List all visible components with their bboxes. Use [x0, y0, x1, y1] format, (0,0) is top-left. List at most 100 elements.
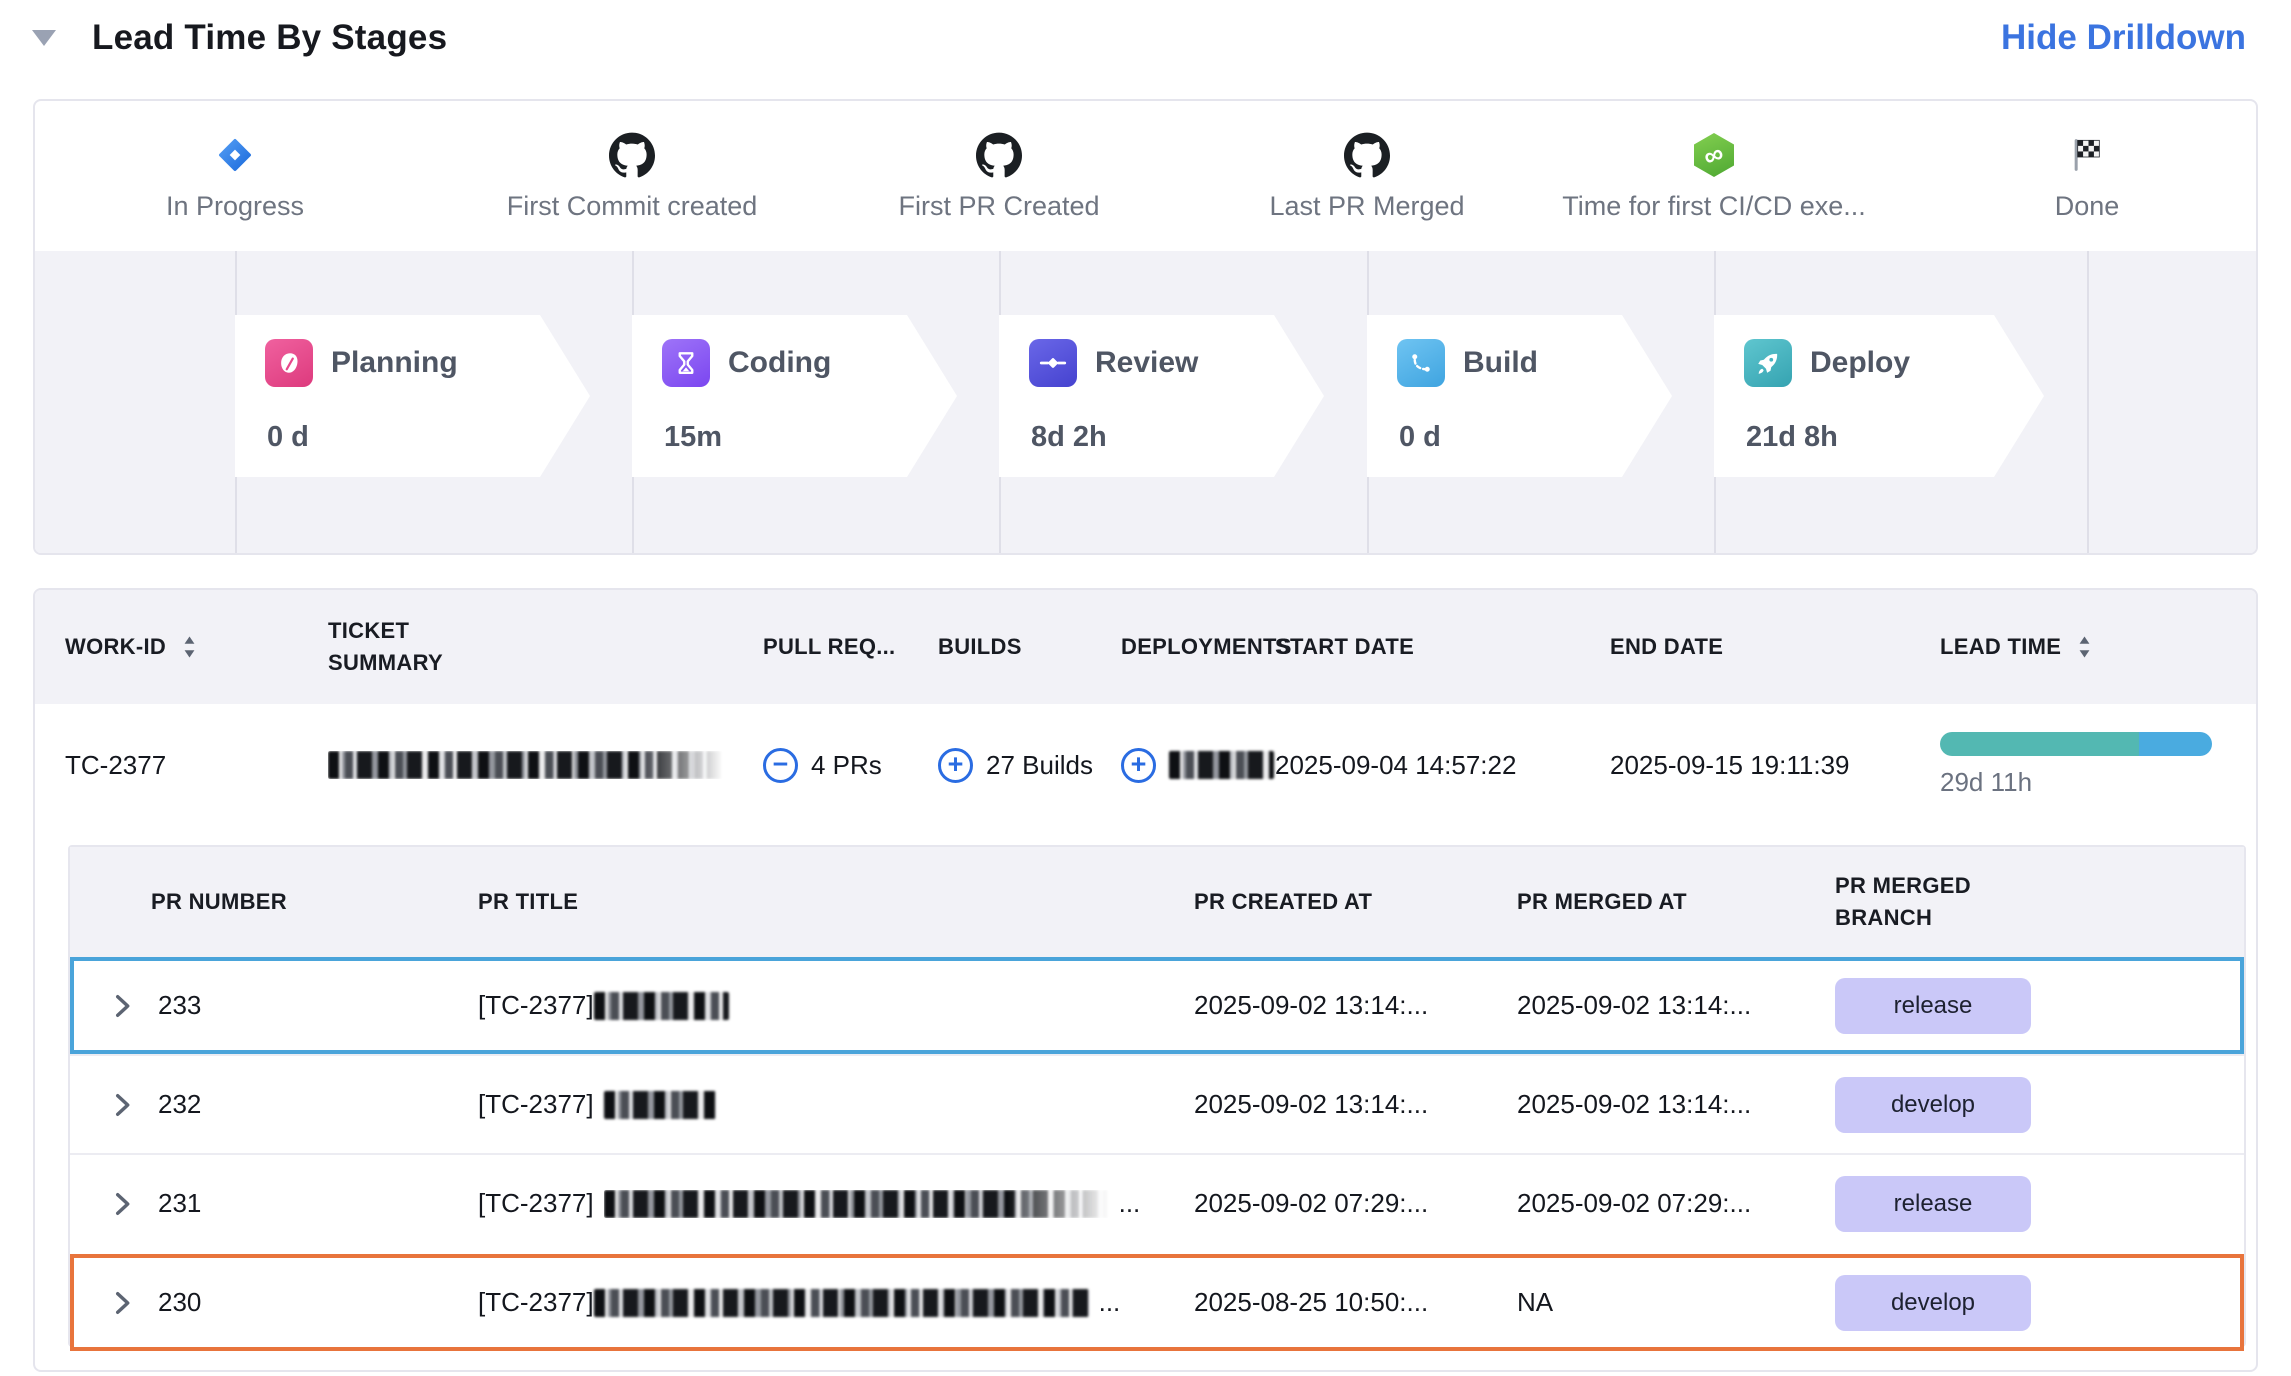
lead-time-cell: 29d 11h: [1940, 704, 2212, 826]
stage-name: Deploy: [1810, 346, 1910, 380]
pr-row-232[interactable]: 232 [TC-2377] 2025-09-02 13:14:... 2025-…: [70, 1054, 2244, 1153]
branch-badge: release: [1835, 1176, 2031, 1232]
branch-badge: release: [1835, 978, 2031, 1034]
stage-duration: 8d 2h: [1031, 421, 1107, 454]
pr-count: 4 PRs: [811, 750, 882, 781]
pr-created-at-cell: 2025-09-02 13:14:...: [1194, 957, 1428, 1054]
branch-badge: develop: [1835, 1077, 2031, 1133]
hourglass-icon: [662, 339, 710, 387]
stage-name: Review: [1095, 346, 1198, 380]
deployments-toggle[interactable]: +: [1121, 704, 1274, 826]
pr-created-at-cell: 2025-08-25 10:50:...: [1194, 1254, 1428, 1351]
milestone-label: Done: [1907, 191, 2267, 222]
pr-merged-at-cell: 2025-09-02 13:14:...: [1517, 957, 1751, 1054]
rocket-icon: [1744, 339, 1792, 387]
pr-title-prefix: [TC-2377]: [478, 1188, 594, 1219]
milestone-last-pr-merged: Last PR Merged: [1187, 101, 1547, 222]
column-header-pr-created-at: PR CREATED AT: [1194, 847, 1372, 957]
deployments-masked: [1169, 751, 1274, 779]
pr-title-prefix: [TC-2377]: [478, 1089, 594, 1120]
column-header-end-date: END DATE: [1610, 590, 1723, 704]
pr-title-masked: [604, 1091, 716, 1119]
bezier-curve-icon: [1397, 339, 1445, 387]
pr-branch-cell: release: [1835, 957, 2031, 1054]
milestone-first-pr: First PR Created: [819, 101, 1179, 222]
pr-number-cell: 232: [158, 1056, 201, 1153]
stage-card-review: Review 8d 2h: [999, 315, 1324, 477]
lead-time-bar-segment-2: [2139, 732, 2212, 756]
chevron-right-icon[interactable]: [112, 1254, 132, 1351]
pr-merged-at-cell: 2025-09-02 13:14:...: [1517, 1056, 1751, 1153]
expand-circle-plus-icon[interactable]: +: [938, 748, 973, 783]
stage-card-planning: Planning 0 d: [235, 315, 590, 477]
milestone-label: First PR Created: [819, 191, 1179, 222]
column-header-lead-time[interactable]: LEAD TIME: [1940, 590, 2092, 704]
column-header-builds: BUILDS: [938, 590, 1022, 704]
milestone-first-commit: First Commit created: [452, 101, 812, 222]
chevron-right-icon[interactable]: [112, 1155, 132, 1252]
pr-created-at-cell: 2025-09-02 07:29:...: [1194, 1155, 1428, 1252]
stage-name: Build: [1463, 346, 1538, 380]
pr-title-cell: [TC-2377] ...: [478, 1254, 1120, 1351]
pr-title-masked: [594, 1289, 1089, 1317]
pr-title-prefix: [TC-2377]: [478, 1287, 594, 1318]
stage-duration: 0 d: [1399, 421, 1441, 454]
expand-circle-plus-icon[interactable]: +: [1121, 748, 1156, 783]
sort-icon[interactable]: [182, 635, 197, 659]
chevron-right-icon[interactable]: [112, 957, 132, 1054]
lead-time-bar: [1940, 732, 2212, 756]
pr-row-230[interactable]: 230 [TC-2377] ... 2025-08-25 10:50:... N…: [70, 1252, 2244, 1351]
column-header-pr-number: PR NUMBER: [151, 847, 287, 957]
stage-name: Coding: [728, 346, 831, 380]
pr-title-suffix: ...: [1119, 1188, 1141, 1219]
pr-branch-cell: develop: [1835, 1056, 2031, 1153]
pr-title-cell: [TC-2377] ...: [478, 1155, 1140, 1252]
milestone-label: In Progress: [55, 191, 415, 222]
collapse-arrow-icon[interactable]: [32, 30, 56, 46]
pr-title-prefix: [TC-2377]: [478, 990, 594, 1021]
end-date-cell: 2025-09-15 19:11:39: [1610, 704, 1850, 826]
pr-number-cell: 231: [158, 1155, 201, 1252]
builds-toggle[interactable]: + 27 Builds: [938, 704, 1093, 826]
pr-title-cell: [TC-2377]: [478, 957, 739, 1054]
pr-branch-cell: release: [1835, 1155, 2031, 1252]
column-header-pull-requests: PULL REQ...: [763, 590, 895, 704]
pr-merged-at-cell: 2025-09-02 07:29:...: [1517, 1155, 1751, 1252]
stage-duration: 21d 8h: [1746, 421, 1838, 454]
milestone-label: Last PR Merged: [1187, 191, 1547, 222]
stage-name: Planning: [331, 346, 458, 380]
pull-requests-toggle[interactable]: − 4 PRs: [763, 704, 882, 826]
stage-card-coding: Coding 15m: [632, 315, 957, 477]
lead-time-value: 29d 11h: [1940, 767, 2032, 798]
pr-table-header: PR NUMBER PR TITLE PR CREATED AT PR MERG…: [70, 847, 2244, 957]
branch-badge: develop: [1835, 1275, 2031, 1331]
pr-number-cell: 230: [158, 1254, 201, 1351]
pr-title-cell: [TC-2377]: [478, 1056, 726, 1153]
chevron-right-icon[interactable]: [112, 1056, 132, 1153]
hide-drilldown-link[interactable]: Hide Drilldown: [2001, 18, 2246, 58]
pr-title-masked: [594, 992, 729, 1020]
pr-row-231[interactable]: 231 [TC-2377] ... 2025-09-02 07:29:... 2…: [70, 1153, 2244, 1252]
pr-row-233[interactable]: 233 [TC-2377] 2025-09-02 13:14:... 2025-…: [70, 957, 2244, 1054]
builds-count: 27 Builds: [986, 750, 1093, 781]
milestone-done: Done: [1907, 101, 2267, 222]
column-header-pr-title: PR TITLE: [478, 847, 578, 957]
pr-branch-cell: develop: [1835, 1254, 2031, 1351]
collapse-circle-minus-icon[interactable]: −: [763, 748, 798, 783]
stage-duration: 15m: [664, 421, 722, 454]
lead-time-work-table: WORK-ID TICKET SUMMARY PULL REQ... BUILD…: [33, 588, 2258, 1372]
stages-strip: Planning 0 d Coding 15m Review 8d 2h: [35, 251, 2256, 553]
pr-number-cell: 233: [158, 957, 201, 1054]
github-icon: [452, 129, 812, 181]
work-id-cell: TC-2377: [65, 704, 166, 826]
milestone-in-progress: In Progress: [55, 101, 415, 222]
column-header-work-id[interactable]: WORK-ID: [65, 590, 197, 704]
lead-time-stages-panel: In Progress First Commit created First P…: [33, 99, 2258, 555]
column-label: LEAD TIME: [1940, 634, 2061, 660]
column-header-deployments: DEPLOYMENTS: [1121, 590, 1292, 704]
page-title: Lead Time By Stages: [92, 18, 447, 58]
sort-icon[interactable]: [2077, 635, 2092, 659]
pr-merged-at-cell: NA: [1517, 1254, 1553, 1351]
column-header-pr-merged-at: PR MERGED AT: [1517, 847, 1687, 957]
ticket-summary-masked: [328, 704, 723, 826]
